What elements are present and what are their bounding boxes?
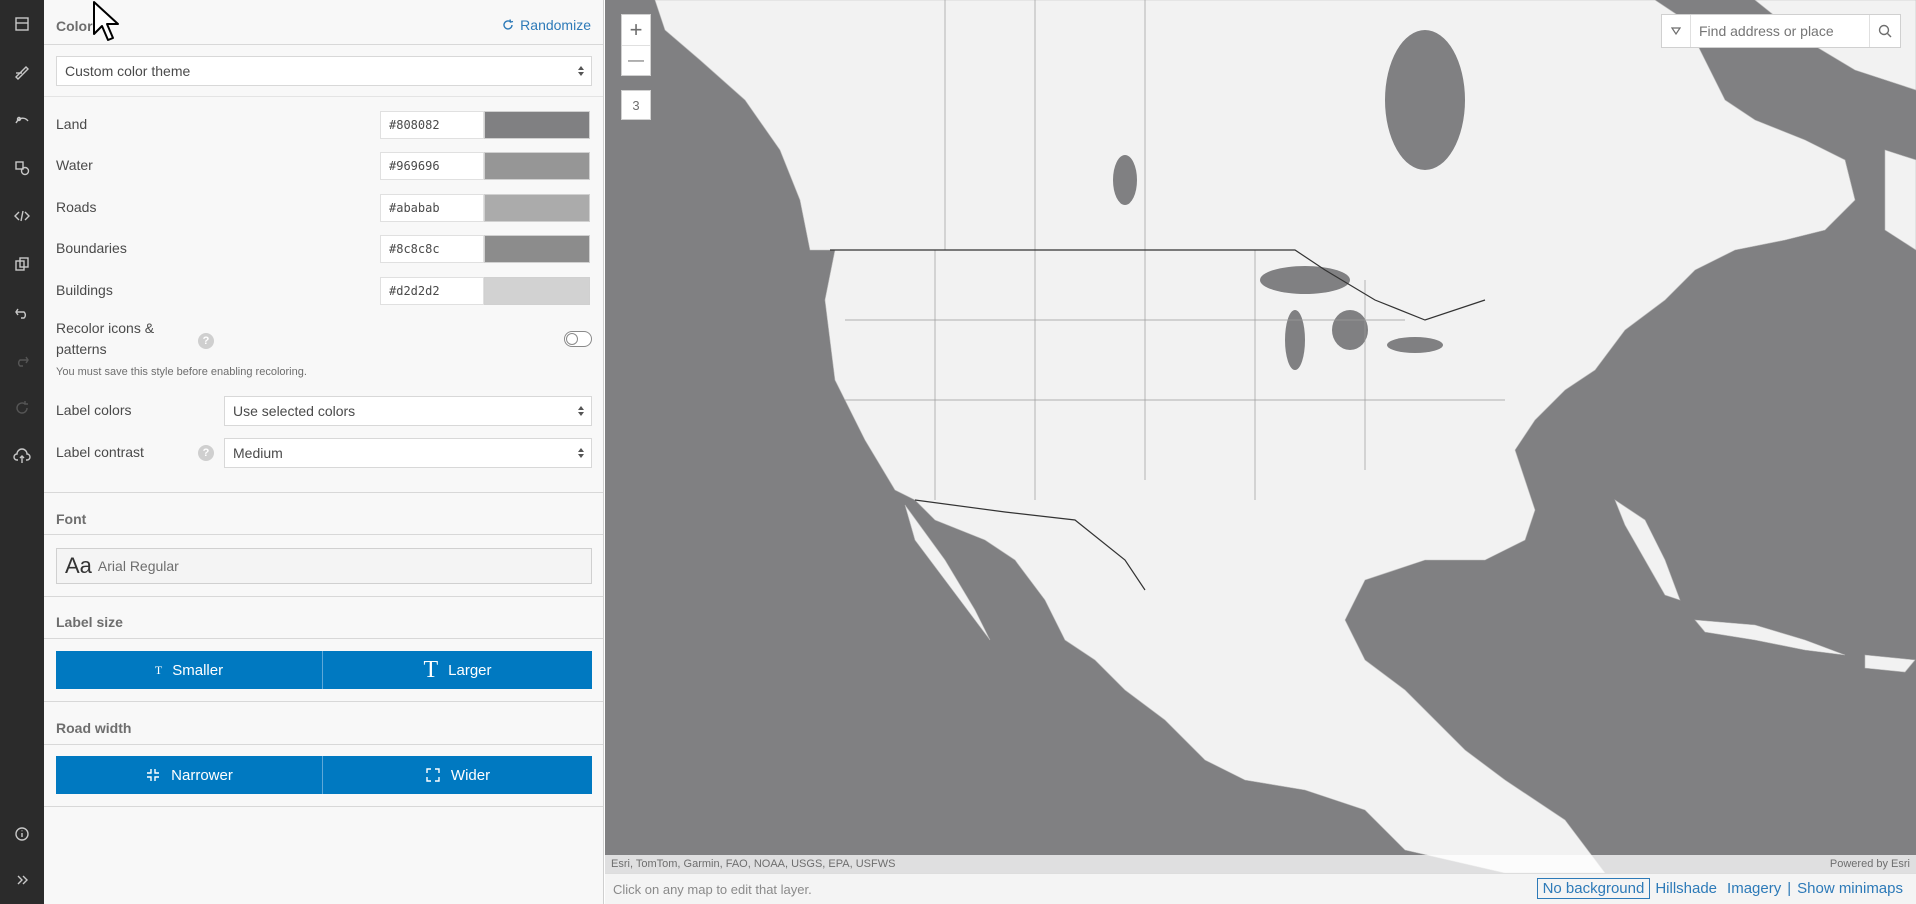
select-caret-icon [578,66,584,76]
boundaries-hex-input[interactable]: #8c8c8c [380,235,484,263]
roads-label: Roads [56,199,97,215]
shapes-icon[interactable] [8,154,36,182]
hillshade-link[interactable]: Hillshade [1650,879,1722,898]
larger-label-button[interactable]: T Larger [323,651,592,689]
divider [44,96,603,97]
refresh-icon [8,394,36,422]
divider [44,492,603,493]
collapse-icon [147,769,160,781]
color-theme-value: Custom color theme [65,63,191,79]
chevron-down-icon [1671,27,1681,35]
label-contrast-value: Medium [233,445,283,461]
wider-label: Wider [450,766,491,784]
background-switcher: No background Hillshade Imagery | Show m… [1536,878,1908,899]
toggle-knob [566,333,578,345]
recolor-toggle[interactable] [564,331,592,347]
divider [44,638,603,639]
cloud-upload-icon[interactable] [8,442,36,470]
map-attribution: Esri, TomTom, Garmin, FAO, NOAA, USGS, E… [605,855,1916,873]
imagery-link[interactable]: Imagery [1722,879,1786,898]
land-hex-input[interactable]: #808082 [380,111,484,139]
roads-hex-input[interactable]: #ababab [380,194,484,222]
help-icon[interactable]: ? [198,445,214,461]
search-input[interactable] [1691,22,1869,40]
buildings-label: Buildings [56,282,113,298]
edit-layer-hint: Click on any map to edit that layer. [613,882,812,897]
water-label: Water [56,157,93,173]
divider [44,534,603,535]
select-caret-icon [578,448,584,458]
label-contrast-label: Label contrast [56,444,144,460]
land-label: Land [56,116,88,132]
road-width-section-title: Road width [56,720,132,736]
divider [44,44,603,45]
label-colors-value: Use selected colors [233,403,356,419]
info-icon[interactable] [8,820,36,848]
smaller-label-button[interactable]: T Smaller [56,651,323,689]
map-view[interactable]: + — 3 Esri, TomTom, Garmin, FAO, NOAA, U… [605,0,1916,873]
land-color-swatch[interactable] [484,111,590,139]
zoom-in-button[interactable]: + [622,15,650,46]
expand-arrows-icon [426,768,440,782]
search-icon [1878,24,1892,38]
divider [44,596,603,597]
boundaries-color-swatch[interactable] [484,235,590,263]
water-color-swatch[interactable] [484,152,590,180]
search-source-dropdown[interactable] [1662,15,1691,47]
copy-icon[interactable] [8,250,36,278]
large-text-icon: T [423,656,439,683]
icon-rail [0,0,44,904]
attribution-text: Esri, TomTom, Garmin, FAO, NOAA, USGS, E… [611,858,896,870]
divider [44,806,603,807]
zoom-out-button[interactable]: — [622,46,650,76]
font-sample: Aa [65,553,92,578]
recolor-note: You must save this style before enabling… [56,366,307,378]
label-contrast-select[interactable]: Medium [224,438,592,468]
font-name: Arial Regular [97,558,179,574]
show-minimaps-link[interactable]: Show minimaps [1792,879,1908,898]
undo-icon[interactable] [8,298,36,326]
expand-icon[interactable] [8,866,36,894]
roads-color-swatch[interactable] [484,194,590,222]
wider-road-button[interactable]: Wider [323,756,592,794]
font-picker[interactable]: Aa Arial Regular [56,548,592,584]
color-theme-select[interactable]: Custom color theme [56,56,592,86]
recolor-label: Recolor icons & patterns [56,320,155,357]
redo-icon [8,346,36,374]
refresh-icon [503,19,514,30]
label-size-section-title: Label size [56,614,123,630]
randomize-button[interactable]: Randomize [502,17,591,33]
mouse-cursor-icon [93,1,119,41]
zoom-level-indicator: 3 [621,90,651,120]
divider [44,744,603,745]
no-background-link[interactable]: No background [1536,878,1651,899]
zoom-control: + — [621,14,651,76]
select-caret-icon [578,406,584,416]
edit-icon[interactable] [8,58,36,86]
smaller-label: Smaller [172,661,224,679]
water-hex-input[interactable]: #969696 [380,152,484,180]
narrower-road-button[interactable]: Narrower [56,756,323,794]
search-button[interactable] [1869,15,1900,47]
randomize-label: Randomize [520,17,591,33]
help-icon[interactable]: ? [198,333,214,349]
code-icon[interactable] [8,202,36,230]
larger-label: Larger [448,661,492,679]
basemap-land [654,0,1916,873]
divider [44,701,603,702]
search-widget [1661,14,1901,48]
status-bar: Click on any map to edit that layer. No … [605,873,1916,904]
narrower-label: Narrower [171,766,233,784]
layers-icon[interactable] [8,10,36,38]
style-icon[interactable] [8,106,36,134]
powered-by-esri[interactable]: Powered by Esri [1830,858,1910,870]
small-text-icon: T [154,662,163,677]
boundaries-label: Boundaries [56,240,127,256]
buildings-color-swatch[interactable] [484,277,590,305]
font-section-title: Font [56,511,87,527]
buildings-hex-input[interactable]: #d2d2d2 [380,277,484,305]
label-colors-select[interactable]: Use selected colors [224,396,592,426]
style-panel: Colors Randomize Custom color theme Land… [44,0,604,904]
label-colors-label: Label colors [56,402,132,418]
